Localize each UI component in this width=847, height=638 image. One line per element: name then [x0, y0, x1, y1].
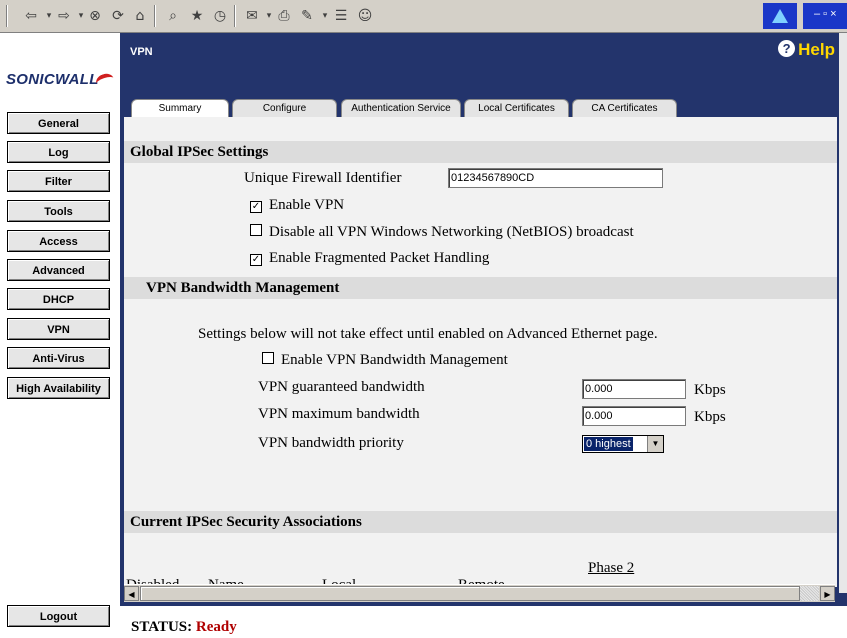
ipsec-associations-heading: Current IPSec Security Associations [124, 511, 837, 533]
horizontal-scrollbar[interactable]: ◀ ▶ [124, 584, 835, 602]
search-icon[interactable]: ⌕ [164, 6, 182, 26]
bandwidth-priority-value: 0 highest [584, 437, 633, 451]
enable-bandwidth-label: Enable VPN Bandwidth Management [281, 352, 508, 368]
toolbar-separator [154, 5, 156, 27]
enable-bandwidth-checkbox[interactable] [262, 352, 274, 364]
refresh-icon[interactable]: ⟳ [109, 6, 127, 26]
window-controls[interactable]: – ▫ × [803, 3, 847, 29]
nav-tools-button[interactable]: Tools [7, 200, 110, 222]
tab-local-certificates[interactable]: Local Certificates [464, 99, 569, 117]
sonicwall-logo: SONICWALL [6, 71, 99, 88]
forward-icon[interactable]: ⇨ [55, 6, 73, 26]
tab-summary[interactable]: Summary [131, 99, 229, 117]
page-title: VPN [130, 46, 153, 58]
disable-netbios-label: Disable all VPN Windows Networking (NetB… [269, 224, 634, 240]
enable-vpn-label: Enable VPN [269, 197, 345, 213]
bandwidth-priority-select[interactable]: 0 highest ▼ [582, 435, 664, 453]
print-icon[interactable]: ⎙ [275, 6, 293, 26]
back-icon[interactable]: ⇦ [22, 6, 40, 26]
status-bar: STATUS: Ready [131, 619, 237, 636]
vpn-summary-content: Global IPSec Settings Unique Firewall Id… [124, 117, 837, 587]
logout-button[interactable]: Logout [7, 605, 110, 627]
global-ipsec-heading: Global IPSec Settings [124, 141, 837, 163]
tab-configure[interactable]: Configure [232, 99, 337, 117]
status-label: STATUS: [131, 619, 193, 635]
scroll-right-icon[interactable]: ▶ [820, 586, 835, 601]
guaranteed-bandwidth-input[interactable]: 0.000 [582, 379, 686, 399]
nav-general-button[interactable]: General [7, 112, 110, 134]
nav-vpn-button[interactable]: VPN [7, 318, 110, 340]
chevron-down-icon[interactable]: ▼ [647, 436, 663, 452]
nav-high-availability-button[interactable]: High Availability [7, 377, 110, 399]
firewall-id-input[interactable]: 01234567890CD [448, 168, 663, 188]
enable-vpn-checkbox[interactable]: ✓ [250, 201, 262, 213]
favorites-icon[interactable]: ★ [188, 6, 206, 26]
toolbar-separator [234, 5, 236, 27]
guaranteed-bandwidth-label: VPN guaranteed bandwidth [258, 379, 425, 395]
help-question-icon: ? [778, 40, 796, 57]
nav-antivirus-button[interactable]: Anti-Virus [7, 347, 110, 369]
mail-icon[interactable]: ✉ [243, 6, 261, 26]
bandwidth-mgmt-heading: VPN Bandwidth Management [124, 277, 837, 299]
disable-netbios-checkbox[interactable] [250, 224, 262, 236]
left-nav-frame: SONICWALL General Log Filter Tools Acces… [0, 33, 120, 638]
maximum-unit: Kbps [694, 409, 726, 425]
frag-packet-label: Enable Fragmented Packet Handling [269, 250, 490, 266]
vertical-scrollbar[interactable] [839, 33, 847, 593]
scrollbar-thumb[interactable] [140, 586, 800, 601]
frag-packet-row: ✓ Enable Fragmented Packet Handling [250, 250, 489, 267]
help-link[interactable]: ? Help [778, 40, 835, 60]
discuss-icon[interactable]: ☰ [332, 6, 350, 26]
scroll-left-icon[interactable]: ◀ [124, 586, 139, 601]
enable-bandwidth-row: Enable VPN Bandwidth Management [262, 352, 508, 369]
column-phase2-header[interactable]: Phase 2 [588, 560, 634, 577]
guaranteed-unit: Kbps [694, 382, 726, 398]
help-label: Help [798, 40, 835, 59]
disable-netbios-row: Disable all VPN Windows Networking (NetB… [250, 224, 634, 241]
firewall-id-label: Unique Firewall Identifier [244, 170, 402, 186]
home-icon[interactable]: ⌂ [131, 6, 149, 26]
stop-icon[interactable]: ⊗ [86, 6, 104, 26]
enable-vpn-row: ✓ Enable VPN [250, 197, 344, 214]
messenger-icon[interactable]: ☺ [356, 6, 374, 26]
nav-dhcp-button[interactable]: DHCP [7, 288, 110, 310]
tab-ca-certificates[interactable]: CA Certificates [572, 99, 677, 117]
toolbar-grip [6, 5, 8, 27]
tab-authentication-service[interactable]: Authentication Service [341, 99, 461, 117]
bandwidth-priority-label: VPN bandwidth priority [258, 435, 404, 451]
history-icon[interactable]: ◷ [211, 6, 229, 26]
nav-access-button[interactable]: Access [7, 230, 110, 252]
main-frame: VPN ? Help Summary Configure Authenticati… [120, 33, 847, 606]
nav-advanced-button[interactable]: Advanced [7, 259, 110, 281]
browser-throbber-icon [763, 3, 797, 29]
nav-filter-button[interactable]: Filter [7, 170, 110, 192]
edit-icon[interactable]: ✎ [298, 6, 316, 26]
maximum-bandwidth-label: VPN maximum bandwidth [258, 406, 420, 422]
bandwidth-note: Settings below will not take effect unti… [198, 326, 658, 342]
nav-log-button[interactable]: Log [7, 141, 110, 163]
frag-packet-checkbox[interactable]: ✓ [250, 254, 262, 266]
status-value: Ready [195, 619, 237, 635]
browser-toolbar: ⇦ ▾ ⇨ ▾ ⊗ ⟳ ⌂ ⌕ ★ ◷ ✉ ▾ ⎙ ✎ ▾ ☰ ☺ – ▫ × [0, 0, 847, 33]
scrollbar-track[interactable] [800, 586, 819, 601]
maximum-bandwidth-input[interactable]: 0.000 [582, 406, 686, 426]
